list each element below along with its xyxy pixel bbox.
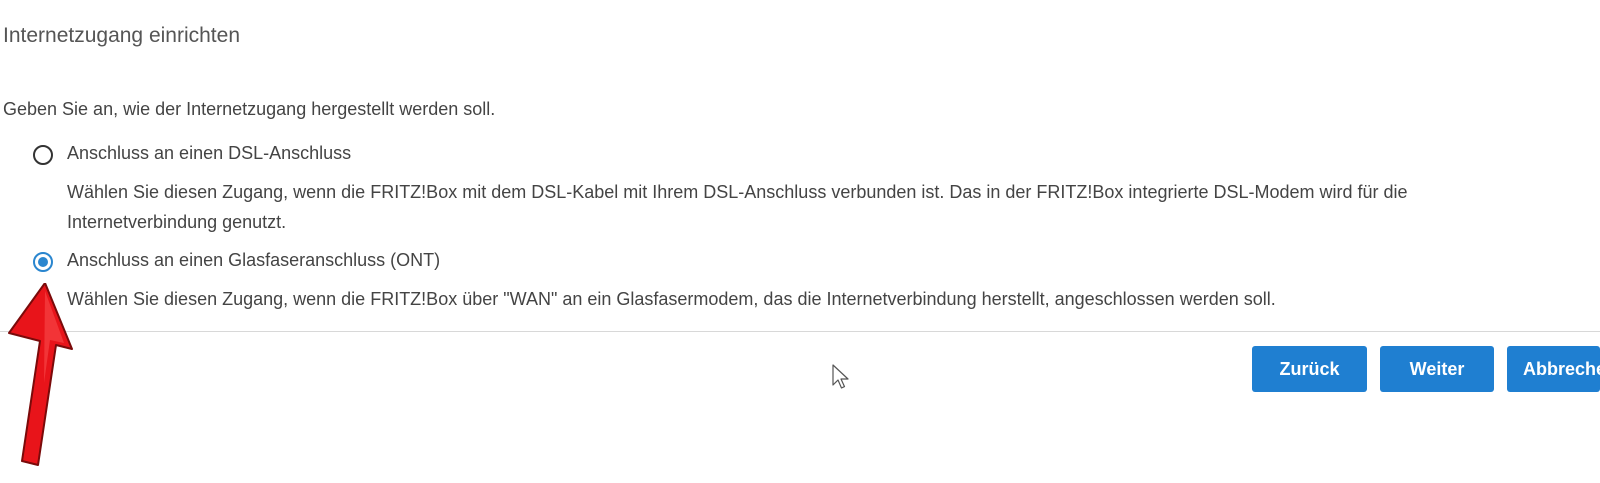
radio-dsl[interactable]	[33, 145, 53, 165]
internet-access-setup-page: Internetzugang einrichten Geben Sie an, …	[0, 0, 1600, 483]
next-button[interactable]: Weiter	[1380, 346, 1494, 392]
radio-fiber-ont[interactable]	[33, 252, 53, 272]
red-arrow-icon	[8, 283, 73, 466]
option-fiber-ont-label[interactable]: Anschluss an einen Glasfaseranschluss (O…	[67, 250, 440, 271]
option-dsl-label[interactable]: Anschluss an einen DSL-Anschluss	[67, 143, 351, 164]
intro-text: Geben Sie an, wie der Internetzugang her…	[3, 99, 496, 119]
mouse-cursor-icon	[832, 364, 849, 389]
option-dsl-description: Wählen Sie diesen Zugang, wenn die FRITZ…	[67, 182, 1408, 232]
back-button[interactable]: Zurück	[1252, 346, 1367, 392]
option-fiber-ont-description: Wählen Sie diesen Zugang, wenn die FRITZ…	[67, 289, 1276, 309]
page-title: Internetzugang einrichten	[3, 24, 240, 47]
cancel-button[interactable]: Abbrechen	[1507, 346, 1600, 392]
divider	[0, 331, 1600, 332]
